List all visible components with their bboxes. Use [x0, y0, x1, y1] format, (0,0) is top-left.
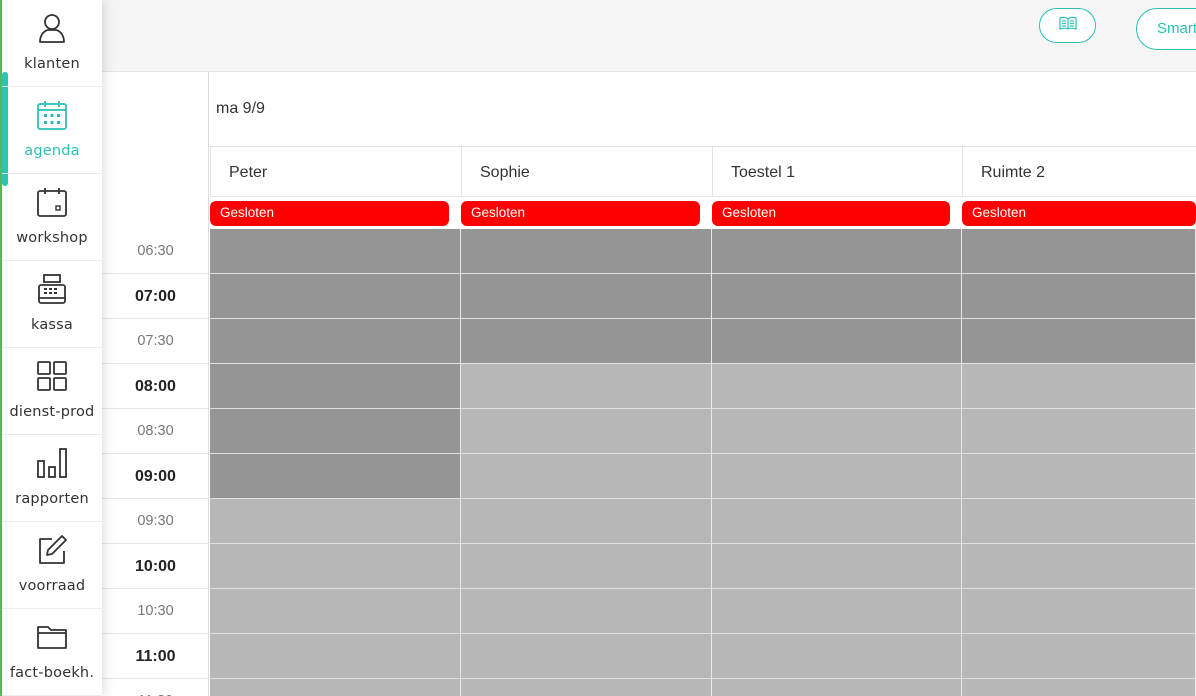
open-slot-cell[interactable]: [461, 499, 712, 544]
open-slot-cell[interactable]: [461, 409, 712, 454]
time-slot-label: 08:30: [102, 409, 209, 454]
closed-slot-cell[interactable]: [210, 229, 461, 274]
open-slot-cell[interactable]: [712, 634, 962, 679]
closed-slot-cell[interactable]: [712, 229, 962, 274]
sidebar-item-label: voorraad: [18, 578, 86, 594]
time-slot-label: 06:30: [102, 229, 209, 274]
closed-slot-cell[interactable]: [210, 364, 461, 409]
bar-chart-icon: [34, 445, 70, 481]
open-slot-cell[interactable]: [210, 634, 461, 679]
closed-badge[interactable]: Gesloten: [210, 201, 449, 226]
open-slot-cell[interactable]: [712, 679, 962, 696]
resource-header-ruimte-2[interactable]: Ruimte 2: [962, 147, 1196, 197]
resource-name: Toestel 1: [731, 164, 796, 181]
sidebar-item-label: kassa: [30, 317, 74, 333]
closed-slot-cell[interactable]: [210, 319, 461, 364]
closed-slot-cell[interactable]: [461, 274, 712, 319]
open-slot-cell[interactable]: [962, 409, 1196, 454]
resource-header-toestel-1[interactable]: Toestel 1: [712, 147, 962, 197]
sidebar-item-rapporten[interactable]: rapporten: [2, 435, 102, 522]
open-slot-cell[interactable]: [712, 454, 962, 499]
sidebar-item-fact-boekh[interactable]: fact-boekh.: [2, 609, 102, 696]
resource-name: Sophie: [480, 164, 530, 181]
closed-badge[interactable]: Gesloten: [712, 201, 950, 226]
resource-name: Peter: [229, 164, 268, 181]
open-slot-cell[interactable]: [712, 544, 962, 589]
open-slot-cell[interactable]: [712, 589, 962, 634]
calendar-icon: [34, 97, 70, 133]
closed-slot-cell[interactable]: [712, 274, 962, 319]
sidebar-item-label: fact-boekh.: [9, 665, 95, 681]
edit-icon: [34, 532, 70, 568]
calendar-blank-icon: [34, 184, 70, 220]
time-slot-label: 11:30: [102, 679, 209, 696]
closed-slot-cell[interactable]: [962, 274, 1196, 319]
book-button[interactable]: [1039, 8, 1096, 43]
date-header: ma 9/9: [210, 72, 1196, 147]
time-slot-label: 11:00: [102, 634, 209, 679]
sidebar: klanten agenda workshop kassa dienst-pro…: [0, 0, 102, 696]
closed-slot-cell[interactable]: [210, 454, 461, 499]
sidebar-item-voorraad[interactable]: voorraad: [2, 522, 102, 609]
open-slot-cell[interactable]: [210, 544, 461, 589]
open-slot-cell[interactable]: [962, 589, 1196, 634]
time-slot-label: 09:00: [102, 454, 209, 499]
closed-slot-cell[interactable]: [461, 319, 712, 364]
open-slot-cell[interactable]: [210, 589, 461, 634]
calendar: ma 9/9 Peter Sophie Toestel 1 Ruimte 2 G…: [102, 72, 1196, 696]
open-slot-cell[interactable]: [962, 364, 1196, 409]
resource-header-sophie[interactable]: Sophie: [461, 147, 712, 197]
open-slot-cell[interactable]: [962, 634, 1196, 679]
open-slot-cell[interactable]: [461, 634, 712, 679]
time-slot-label: 08:00: [102, 364, 209, 409]
date-label: ma 9/9: [216, 100, 265, 117]
open-slot-cell[interactable]: [461, 589, 712, 634]
open-slot-cell[interactable]: [461, 454, 712, 499]
open-slot-cell[interactable]: [210, 499, 461, 544]
cash-register-icon: [34, 271, 70, 307]
open-slot-cell[interactable]: [461, 544, 712, 589]
time-slot-label: 07:00: [102, 274, 209, 319]
open-slot-cell[interactable]: [461, 364, 712, 409]
closed-badge[interactable]: Gesloten: [461, 201, 700, 226]
sidebar-item-klanten[interactable]: klanten: [2, 0, 102, 87]
open-slot-cell[interactable]: [712, 499, 962, 544]
sidebar-item-dienst-prod[interactable]: dienst-prod: [2, 348, 102, 435]
resource-name: Ruimte 2: [981, 164, 1046, 181]
sidebar-item-agenda[interactable]: agenda: [2, 87, 102, 174]
open-slot-cell[interactable]: [962, 544, 1196, 589]
grid-icon: [34, 358, 70, 394]
time-slot-label: 07:30: [102, 319, 209, 364]
sidebar-item-label: workshop: [16, 230, 88, 246]
sidebar-item-workshop[interactable]: workshop: [2, 174, 102, 261]
open-slot-cell[interactable]: [210, 679, 461, 696]
open-slot-cell[interactable]: [962, 679, 1196, 696]
open-slot-cell[interactable]: [962, 499, 1196, 544]
folder-icon: [34, 619, 70, 655]
open-slot-cell[interactable]: [712, 409, 962, 454]
closed-slot-cell[interactable]: [962, 229, 1196, 274]
top-bar: Smart: [102, 0, 1196, 72]
person-icon: [34, 10, 70, 46]
resource-header-peter[interactable]: Peter: [210, 147, 461, 197]
open-slot-cell[interactable]: [461, 679, 712, 696]
smart-button[interactable]: Smart: [1136, 8, 1196, 50]
open-slot-cell[interactable]: [962, 454, 1196, 499]
time-slot-label: 09:30: [102, 499, 209, 544]
book-icon: [1058, 16, 1077, 35]
closed-slot-cell[interactable]: [712, 319, 962, 364]
time-slot-label: 10:00: [102, 544, 209, 589]
sidebar-item-kassa[interactable]: kassa: [2, 261, 102, 348]
sidebar-item-label: klanten: [24, 56, 80, 72]
time-slot-label: 10:30: [102, 589, 209, 634]
sidebar-item-label: rapporten: [15, 491, 89, 507]
closed-slot-cell[interactable]: [210, 409, 461, 454]
open-slot-cell[interactable]: [712, 364, 962, 409]
closed-slot-cell[interactable]: [461, 229, 712, 274]
sidebar-item-label: dienst-prod: [9, 404, 95, 420]
closed-slot-cell[interactable]: [210, 274, 461, 319]
sidebar-item-label: agenda: [24, 143, 80, 159]
closed-slot-cell[interactable]: [962, 319, 1196, 364]
closed-badge[interactable]: Gesloten: [962, 201, 1196, 226]
